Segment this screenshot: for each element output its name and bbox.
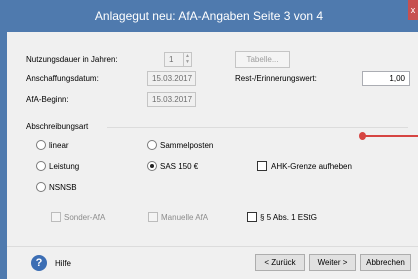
- rest-erinnerungswert-input[interactable]: 1,00: [362, 71, 410, 86]
- radio-nsnsb-label[interactable]: NSNSB: [49, 183, 77, 193]
- window-border: [0, 32, 7, 279]
- title-bar[interactable]: Anlagegut neu: AfA-Angaben Seite 3 von 4…: [0, 0, 418, 32]
- afa-dialog-window: Anlagegut neu: AfA-Angaben Seite 3 von 4…: [0, 0, 418, 279]
- back-button[interactable]: < Zurück: [255, 254, 305, 271]
- radio-leistung[interactable]: [36, 161, 46, 171]
- anschaffungsdatum-label: Anschaffungsdatum:: [26, 74, 99, 83]
- dialog-footer: ? Hilfe < Zurück Weiter > Abbrechen: [7, 246, 418, 279]
- annotation-arrow: [359, 132, 418, 140]
- sonder-afa-label: Sonder-AfA: [64, 213, 106, 222]
- help-label[interactable]: Hilfe: [55, 259, 71, 269]
- window-title: Anlagegut neu: AfA-Angaben Seite 3 von 4: [94, 9, 324, 23]
- help-icon[interactable]: ?: [31, 255, 47, 271]
- abschreibungsart-group-label: Abschreibungsart: [26, 122, 89, 131]
- radio-linear-label[interactable]: linear: [49, 141, 69, 151]
- tabelle-button[interactable]: Tabelle...: [235, 51, 290, 68]
- dialog-content: Nutzungsdauer in Jahren: 1 ▲ ▼ Tabelle..…: [7, 32, 418, 246]
- group-divider: [107, 127, 408, 128]
- next-button[interactable]: Weiter >: [309, 254, 356, 271]
- nutzungsdauer-spinner[interactable]: ▲ ▼: [184, 52, 192, 67]
- radio-linear[interactable]: [36, 140, 46, 150]
- nutzungsdauer-input[interactable]: 1: [164, 52, 184, 67]
- estg-label[interactable]: § 5 Abs. 1 EStG: [260, 213, 317, 223]
- radio-sas-150[interactable]: [147, 161, 157, 171]
- sonder-afa-checkbox[interactable]: [51, 212, 61, 222]
- estg-checkbox[interactable]: [247, 212, 257, 222]
- manuelle-afa-label: Manuelle AfA: [161, 213, 209, 222]
- cancel-button[interactable]: Abbrechen: [360, 254, 411, 271]
- radio-nsnsb[interactable]: [36, 182, 46, 192]
- radio-sammelposten[interactable]: [147, 140, 157, 150]
- afa-beginn-field[interactable]: 15.03.2017: [147, 92, 196, 107]
- rest-erinnerungswert-label: Rest-/Erinnerungswert:: [235, 74, 317, 83]
- radio-sammelposten-label[interactable]: Sammelposten: [160, 141, 213, 151]
- ahk-grenze-label[interactable]: AHK-Grenze aufheben: [271, 162, 352, 172]
- afa-beginn-label: AfA-Beginn:: [26, 95, 69, 104]
- anschaffungsdatum-field[interactable]: 15.03.2017: [147, 71, 196, 86]
- nutzungsdauer-label: Nutzungsdauer in Jahren:: [26, 55, 118, 64]
- spin-down-icon[interactable]: ▼: [184, 59, 191, 65]
- close-icon[interactable]: x: [408, 0, 418, 20]
- manuelle-afa-checkbox[interactable]: [148, 212, 158, 222]
- radio-leistung-label[interactable]: Leistung: [49, 162, 79, 172]
- radio-sas-150-label[interactable]: SAS 150 €: [160, 162, 198, 172]
- ahk-grenze-checkbox[interactable]: [257, 161, 267, 171]
